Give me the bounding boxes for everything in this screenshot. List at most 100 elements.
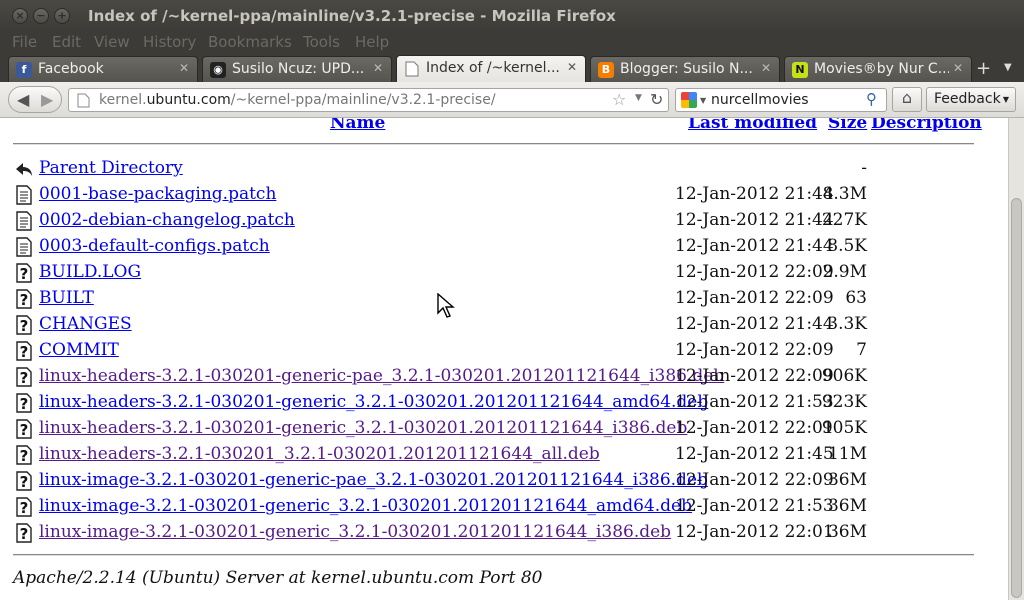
- parent-directory-row: Parent Directory -: [0, 157, 1000, 183]
- file-size: 923K: [821, 392, 867, 412]
- feedback-label: Feedback: [934, 91, 1001, 107]
- file-modified: 12-Jan-2012 22:01: [675, 522, 834, 542]
- file-link[interactable]: 0002-debian-changelog.patch: [39, 210, 295, 230]
- menu-file[interactable]: File: [12, 33, 37, 51]
- file-modified: 12-Jan-2012 22:09: [675, 470, 834, 490]
- google-icon[interactable]: [681, 92, 697, 108]
- menu-bookmarks[interactable]: Bookmarks: [208, 33, 292, 51]
- tab-facebook[interactable]: f Facebook ✕: [8, 56, 198, 82]
- parent-directory-link[interactable]: Parent Directory: [39, 158, 183, 178]
- search-bar[interactable]: ▼ nurcellmovies ⚲: [675, 88, 887, 112]
- search-icon[interactable]: ⚲: [866, 90, 877, 108]
- back-folder-icon: [16, 163, 32, 176]
- url-bar[interactable]: kernel.ubuntu.com/~kernel-ppa/mainline/v…: [68, 88, 669, 112]
- modified-column-header[interactable]: Last modified: [688, 118, 817, 133]
- bookmark-star-icon[interactable]: ☆: [612, 90, 626, 109]
- file-size: 36M: [827, 470, 867, 490]
- file-size: 11M: [827, 444, 867, 464]
- file-link[interactable]: linux-headers-3.2.1-030201-generic-pae_3…: [39, 366, 724, 386]
- footer-divider: [13, 554, 974, 556]
- file-size: 227K: [821, 210, 867, 230]
- file-row: ? COMMIT 12-Jan-2012 22:09 7: [0, 339, 1000, 365]
- close-tab-icon[interactable]: ✕: [179, 61, 189, 75]
- file-row: ? CHANGES 12-Jan-2012 21:44 3.3K: [0, 313, 1000, 339]
- file-link[interactable]: linux-image-3.2.1-030201-generic-pae_3.2…: [39, 470, 708, 490]
- close-tab-icon[interactable]: ✕: [953, 61, 963, 75]
- file-size: 8.3M: [822, 184, 867, 204]
- menu-help[interactable]: Help: [355, 33, 389, 51]
- description-column-header[interactable]: Description: [871, 118, 982, 133]
- file-link[interactable]: 0003-default-configs.patch: [39, 236, 270, 256]
- scrollbar-thumb[interactable]: [1011, 198, 1022, 598]
- file-link[interactable]: BUILT: [39, 288, 94, 308]
- page-icon: [404, 61, 420, 77]
- close-tab-icon[interactable]: ✕: [761, 61, 771, 75]
- file-size: 3.3K: [827, 314, 867, 334]
- menu-view[interactable]: View: [94, 33, 130, 51]
- list-tabs-icon[interactable]: ▼: [1004, 62, 1012, 73]
- svg-text:?: ?: [20, 343, 29, 361]
- close-window-icon[interactable]: ×: [12, 8, 28, 24]
- unknown-file-icon: ?: [16, 497, 32, 517]
- home-button[interactable]: ⌂: [892, 87, 922, 112]
- file-modified: 12-Jan-2012 21:45: [675, 444, 834, 464]
- file-row: ? linux-headers-3.2.1-030201-generic_3.2.…: [0, 391, 1000, 417]
- tab-movies[interactable]: N Movies®by Nur C... ✕: [784, 56, 972, 82]
- file-link[interactable]: linux-image-3.2.1-030201-generic_3.2.1-0…: [39, 522, 671, 542]
- name-column-header[interactable]: Name: [330, 118, 385, 133]
- search-input[interactable]: nurcellmovies: [711, 92, 809, 108]
- minimize-window-icon[interactable]: −: [33, 8, 49, 24]
- tab-susilo-ncuz[interactable]: ◉ Susilo Ncuz: UPD... ✕: [202, 56, 392, 82]
- forward-arrow-icon[interactable]: ▶: [41, 90, 53, 109]
- url-text: kernel.ubuntu.com/~kernel-ppa/mainline/v…: [99, 92, 496, 108]
- svg-text:?: ?: [20, 525, 29, 543]
- close-tab-icon[interactable]: ✕: [373, 61, 383, 75]
- file-link[interactable]: CHANGES: [39, 314, 132, 334]
- file-size: 906K: [821, 366, 867, 386]
- url-dropdown-icon[interactable]: ▼: [635, 93, 642, 103]
- file-link[interactable]: linux-image-3.2.1-030201-generic_3.2.1-0…: [39, 496, 692, 516]
- file-link[interactable]: linux-headers-3.2.1-030201-generic_3.2.1…: [39, 418, 687, 438]
- file-size: 36M: [827, 522, 867, 542]
- file-row: ? BUILD.LOG 12-Jan-2012 22:09 2.9M: [0, 261, 1000, 287]
- file-link[interactable]: linux-headers-3.2.1-030201-generic_3.2.1…: [39, 392, 708, 412]
- svg-text:?: ?: [20, 421, 29, 439]
- maximize-window-icon[interactable]: +: [54, 8, 70, 24]
- file-size: 7: [856, 340, 867, 360]
- file-row: ? linux-image-3.2.1-030201-generic_3.2.1-…: [0, 521, 1000, 547]
- file-modified: 12-Jan-2012 21:44: [675, 236, 834, 256]
- mouse-cursor-icon: [437, 293, 455, 318]
- file-link[interactable]: linux-headers-3.2.1-030201_3.2.1-030201.…: [39, 444, 600, 464]
- vertical-scrollbar[interactable]: [1008, 118, 1024, 600]
- menu-tools[interactable]: Tools: [303, 33, 340, 51]
- navigation-toolbar: ◀ ▶ kernel.ubuntu.com/~kernel-ppa/mainli…: [0, 82, 1024, 118]
- file-size: 905K: [821, 418, 867, 438]
- file-row: ? linux-headers-3.2.1-030201-generic_3.2.…: [0, 417, 1000, 443]
- svg-text:?: ?: [20, 369, 29, 387]
- svg-text:?: ?: [20, 265, 29, 283]
- back-forward-buttons: ◀ ▶: [8, 86, 62, 113]
- back-arrow-icon[interactable]: ◀: [17, 90, 29, 109]
- menu-bar: File Edit View History Bookmarks Tools H…: [0, 32, 1024, 54]
- file-modified: 12-Jan-2012 21:53: [675, 496, 834, 516]
- close-tab-icon[interactable]: ✕: [567, 60, 577, 74]
- file-modified: 12-Jan-2012 21:44: [675, 184, 834, 204]
- search-engine-dropdown-icon[interactable]: ▼: [700, 96, 706, 105]
- menu-history[interactable]: History: [143, 33, 196, 51]
- home-icon: ⌂: [901, 88, 913, 107]
- blogger-icon: B: [598, 62, 614, 78]
- reload-icon[interactable]: ↻: [650, 90, 663, 109]
- file-link[interactable]: BUILD.LOG: [39, 262, 141, 282]
- file-row: 0001-base-packaging.patch 12-Jan-2012 21:…: [0, 183, 1000, 209]
- new-tab-icon[interactable]: +: [976, 58, 991, 79]
- menu-edit[interactable]: Edit: [52, 33, 81, 51]
- tab-blogger[interactable]: B Blogger: Susilo N... ✕: [590, 56, 780, 82]
- svg-text:?: ?: [20, 447, 29, 465]
- file-size: 2.9M: [822, 262, 867, 282]
- feedback-button[interactable]: Feedback ▼: [926, 87, 1016, 112]
- title-bar: × − + Index of /~kernel-ppa/mainline/v3.…: [0, 0, 1024, 32]
- size-column-header[interactable]: Size: [828, 118, 867, 133]
- file-link[interactable]: COMMIT: [39, 340, 119, 360]
- tab-kernel-index[interactable]: Index of /~kernel... ✕: [396, 55, 586, 82]
- file-link[interactable]: 0001-base-packaging.patch: [39, 184, 276, 204]
